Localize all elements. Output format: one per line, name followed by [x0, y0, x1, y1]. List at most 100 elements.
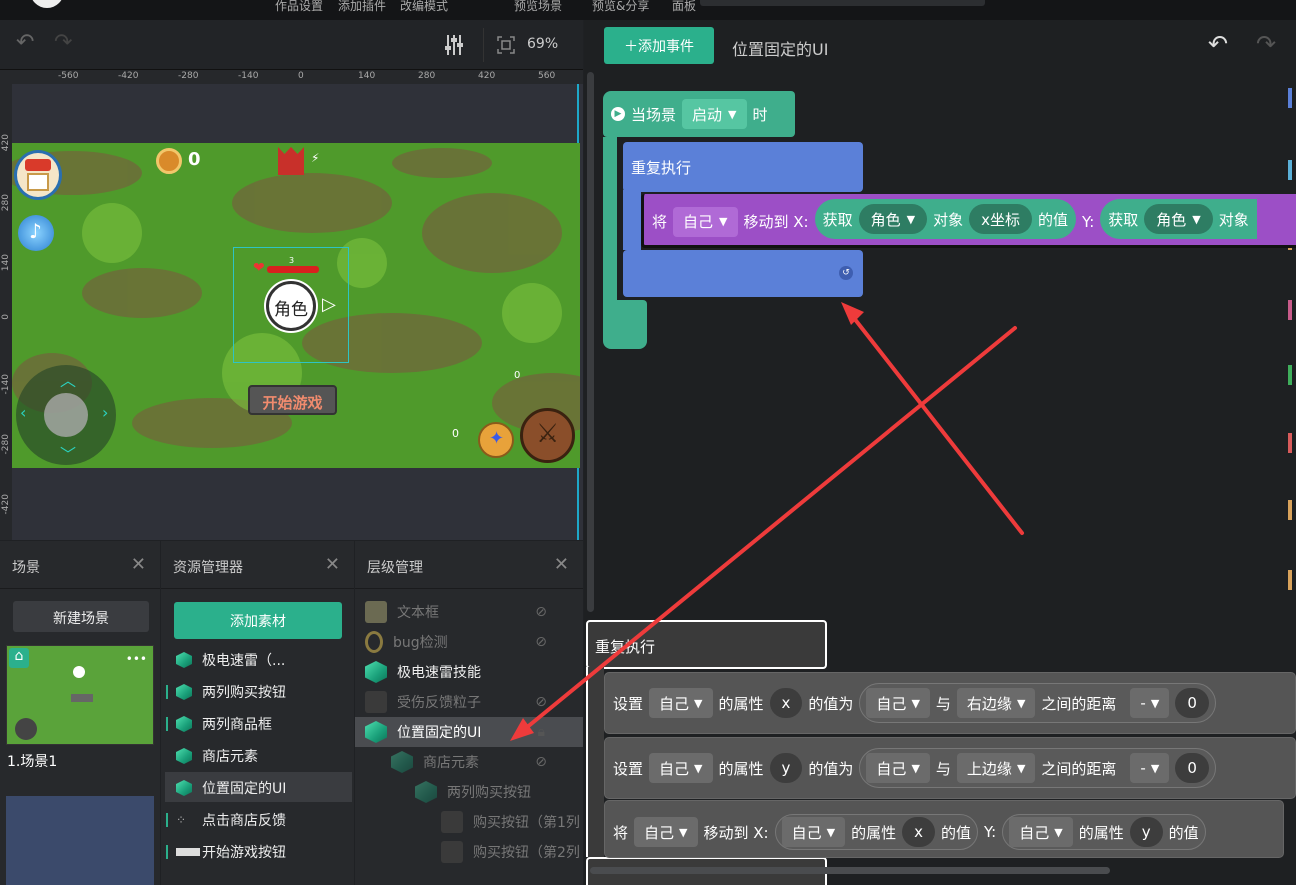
virtual-joystick[interactable]: ︿ ﹀ ‹ › [16, 365, 116, 465]
close-icon[interactable]: ✕ [554, 554, 569, 575]
new-scene-button[interactable]: 新建场景 [13, 601, 149, 632]
self-dropdown[interactable]: 自己 ▼ [634, 817, 698, 847]
undo-icon[interactable]: ↶ [16, 30, 34, 55]
layer-item[interactable]: 购买按钮（第1列 [355, 807, 583, 837]
layer-item-selected[interactable]: 位置固定的UI 🔒︎ [355, 717, 583, 747]
asset-panel: 资源管理器 ✕ 添加素材 极电速雷（... 两列购买按钮 两列商品框 商店元素 位… [161, 541, 354, 885]
operator-dropdown[interactable]: - ▼ [1130, 688, 1170, 718]
zoom-level[interactable]: 69% [527, 36, 558, 52]
menu-preview-scene[interactable]: 预览场景 [514, 0, 562, 14]
layer-item[interactable]: 购买按钮（第2列 [355, 837, 583, 867]
operator-dropdown[interactable]: - ▼ [1130, 753, 1170, 783]
sword-attack-icon[interactable]: ⚔ [520, 408, 575, 463]
asset-item[interactable]: 商店元素 [176, 741, 258, 771]
layer-item[interactable]: 商店元素 ⊘ [355, 747, 583, 777]
axis-pill[interactable]: x [769, 688, 803, 718]
move-to-block[interactable]: 将 自己 ▼ 移动到 X: 自己 ▼ 的属性 x 的值 Y: 自己 ▼ 的属性 y 的… [604, 800, 1284, 858]
edge-dropdown[interactable]: 上边缘 ▼ [956, 753, 1036, 783]
axis-pill[interactable]: x [902, 817, 935, 847]
hidden-eye-icon[interactable]: ⊘ [535, 634, 547, 650]
scene-thumbnail[interactable]: ⌂ ••• [6, 645, 154, 745]
asset-item[interactable]: 两列购买按钮 [176, 677, 286, 707]
more-icon[interactable]: ••• [126, 652, 147, 666]
number-pill[interactable]: 0 [1175, 688, 1209, 718]
redo-icon[interactable]: ↷ [1256, 30, 1276, 58]
hidden-eye-icon[interactable]: ⊘ [535, 694, 547, 710]
axis-pill[interactable]: y [769, 753, 803, 783]
role-dropdown[interactable]: 角色 ▼ [1144, 204, 1213, 234]
event-dropdown[interactable]: 启动 ▼ [682, 99, 747, 129]
self-dropdown[interactable]: 自己 ▼ [781, 817, 846, 847]
scene-name[interactable]: 1.场景1 [7, 751, 57, 771]
app-logo[interactable] [30, 0, 64, 8]
set-y-block[interactable]: 设置 自己 ▼ 的属性 y 的值为 自己 ▼ 与 上边缘 ▼ 之间的距离 - ▼ 0 [604, 737, 1296, 799]
get-y-block[interactable]: 获取 角色 ▼ 对象 [1100, 199, 1257, 239]
repeat-block[interactable]: 重复执行 [623, 142, 863, 192]
layer-item[interactable]: 受伤反馈粒子 ⊘ [355, 687, 583, 717]
music-note-icon[interactable]: ♪ [18, 215, 54, 251]
hidden-eye-icon[interactable]: ⊘ [535, 754, 547, 770]
distance-block[interactable]: 自己 ▼ 与 右边缘 ▼ 之间的距离 - ▼ 0 [859, 683, 1216, 723]
number-pill[interactable]: 0 [1175, 753, 1209, 783]
coin-icon [156, 148, 182, 174]
lock-icon[interactable]: 🔒︎ [538, 724, 545, 740]
asset-item[interactable]: 开始游戏按钮 [176, 837, 286, 867]
layer-item[interactable]: 文本框 ⊘ [355, 597, 583, 627]
self-dropdown[interactable]: 自己 ▼ [649, 688, 713, 718]
self-dropdown[interactable]: 自己 ▼ [649, 753, 713, 783]
asset-item[interactable]: 两列商品框 [176, 709, 272, 739]
property-y-block[interactable]: 自己 ▼ 的属性 y 的值 [1002, 814, 1206, 850]
close-icon[interactable]: ✕ [131, 554, 146, 575]
self-dropdown[interactable]: 自己 ▼ [866, 688, 930, 718]
redo-icon[interactable]: ↷ [54, 30, 72, 55]
x-coord-pill[interactable]: x坐标 [969, 204, 1033, 234]
adjust-sliders-icon[interactable] [444, 34, 464, 60]
edge-dropdown[interactable]: 右边缘 ▼ [956, 688, 1036, 718]
shop-house-icon[interactable] [14, 150, 62, 200]
asset-item[interactable]: ⁘ 点击商店反馈 [176, 805, 286, 835]
property-x-block[interactable]: 自己 ▼ 的属性 x 的值 [774, 814, 979, 850]
fit-screen-icon[interactable] [497, 36, 515, 58]
role-dropdown[interactable]: 角色 ▼ [858, 204, 928, 234]
top-search-bar[interactable] [700, 0, 985, 6]
horizontal-scrollbar[interactable] [590, 867, 1110, 874]
vertical-scrollbar[interactable] [587, 72, 594, 612]
self-dropdown[interactable]: 自己 ▼ [866, 753, 930, 783]
workspace-title: 位置固定的UI [732, 40, 829, 59]
ruler-tick: 140 [1, 254, 11, 272]
menu-panel[interactable]: 面板 [672, 0, 696, 14]
get-x-block[interactable]: 获取 角色 ▼ 对象 x坐标 的值 [814, 199, 1077, 239]
menu-project-settings[interactable]: 作品设置 [275, 0, 323, 14]
axis-pill[interactable]: y [1129, 817, 1163, 847]
hidden-eye-icon[interactable]: ⊘ [535, 604, 547, 620]
ruler-tick: 0 [1, 314, 11, 320]
menu-add-plugin[interactable]: 添加插件 [338, 0, 386, 14]
layer-item[interactable]: 极电速雷技能 [355, 657, 583, 687]
close-icon[interactable]: ✕ [325, 554, 340, 575]
layer-item[interactable]: bug检测 ⊘ [355, 627, 583, 657]
menu-adapt-mode[interactable]: 改编模式 [400, 0, 448, 14]
scene-thumbnail-2[interactable] [6, 796, 154, 885]
plus-icon: ＋ [624, 39, 638, 55]
self-dropdown[interactable]: 自己 ▼ [1009, 817, 1073, 847]
ruler-tick: -420 [118, 71, 139, 81]
popup-repeat-block[interactable]: 重复执行 [586, 620, 827, 669]
self-dropdown[interactable]: 自己 ▼ [673, 206, 738, 237]
set-x-block[interactable]: 设置 自己 ▼ 的属性 x 的值为 自己 ▼ 与 右边缘 ▼ 之间的距离 - ▼ 0 [604, 672, 1296, 734]
layer-item[interactable]: 两列购买按钮 [355, 777, 583, 807]
vertical-ruler: 420 280 140 0 -140 -280 -420 [0, 84, 12, 540]
asset-item[interactable]: 极电速雷（... [176, 645, 285, 675]
cube-icon [176, 684, 192, 700]
undo-icon[interactable]: ↶ [1208, 30, 1228, 58]
character-avatar[interactable]: 角色 [266, 281, 316, 331]
add-event-button[interactable]: ＋添加事件 [604, 27, 714, 64]
asset-item-selected[interactable]: 位置固定的UI [176, 773, 286, 803]
start-game-button[interactable]: 开始游戏 [248, 385, 337, 415]
menu-preview-share[interactable]: 预览&分享 [592, 0, 649, 14]
lightning-skill-icon[interactable]: ✦ [478, 422, 514, 458]
move-block[interactable]: 将 自己 ▼ 移动到 X: 获取 角色 ▼ 对象 x坐标 的值 Y: 获取 角色 ▼ … [641, 194, 1296, 248]
distance-block[interactable]: 自己 ▼ 与 上边缘 ▼ 之间的距离 - ▼ 0 [859, 748, 1216, 788]
event-block[interactable]: ▶ 当场景 启动 ▼ 时 [603, 91, 795, 137]
cube-icon [365, 721, 387, 743]
add-asset-button[interactable]: 添加素材 [174, 602, 342, 639]
